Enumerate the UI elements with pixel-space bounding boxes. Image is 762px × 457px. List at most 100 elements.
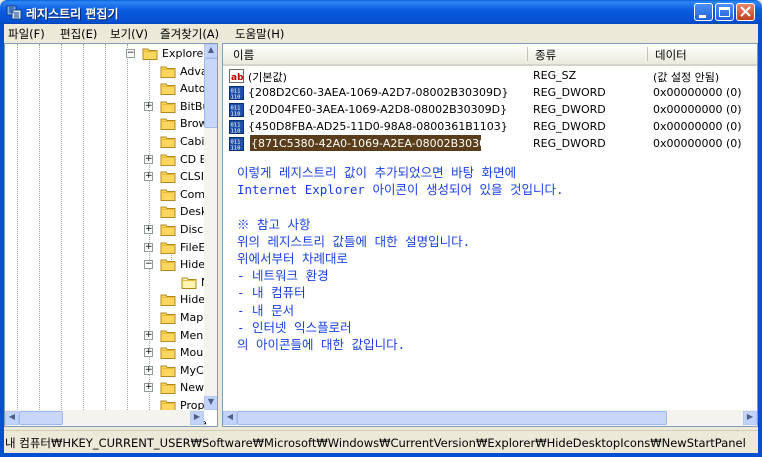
expand-icon[interactable]: + — [144, 242, 153, 252]
annotation-line: - 내 컴퓨터 — [237, 285, 306, 301]
tree-horizontal-scrollbar[interactable]: ◀ ▶ — [5, 410, 204, 426]
regedit-icon — [6, 5, 22, 20]
list-item[interactable]: 011 110 {871C5380-42A0-1069-A2EA-08002B303… — [227, 135, 751, 152]
menu-help[interactable]: 도움말(H) — [235, 26, 284, 42]
list-horizontal-scrollbar[interactable]: ◀ ▶ — [223, 410, 757, 426]
scroll-left-button[interactable]: ◀ — [223, 411, 237, 425]
tree-item[interactable]: + FileE — [5, 240, 205, 257]
expand-icon[interactable]: + — [144, 101, 153, 111]
expand-icon[interactable]: + — [144, 348, 153, 358]
minimize-icon — [699, 15, 706, 18]
annotation-line: 위에서부터 차례대로 — [237, 250, 349, 266]
maximize-button[interactable] — [715, 3, 734, 21]
string-value-icon: ab — [229, 69, 244, 83]
maximize-icon — [719, 7, 730, 17]
expand-icon[interactable]: + — [144, 383, 153, 393]
tree-item[interactable]: Desk — [5, 204, 207, 221]
expand-icon[interactable]: + — [144, 225, 153, 234]
scroll-thumb[interactable] — [237, 411, 667, 425]
scroll-left-button[interactable]: ◀ — [5, 411, 19, 425]
tree-item-label: Explorer — [162, 47, 208, 60]
value-name: (기본값) — [248, 71, 287, 84]
value-name: {450D8FBA-AD25-11D0-98A8-0800361B1103} — [248, 120, 508, 133]
minimize-button[interactable] — [694, 3, 713, 21]
value-type: REG_DWORD — [533, 86, 606, 99]
tree-item[interactable]: Map — [5, 310, 204, 327]
list-header: 이름 종류 데이터 — [223, 44, 757, 66]
tree-item[interactable]: + MyC — [5, 363, 204, 380]
tree-item[interactable]: + New — [5, 380, 204, 397]
tree-item[interactable]: + Moun — [5, 345, 210, 362]
scroll-thumb[interactable] — [19, 411, 63, 425]
tree-vertical-scrollbar[interactable]: ▲ ▼ — [204, 44, 217, 410]
folder-icon — [160, 65, 176, 78]
tree-item[interactable]: + Menu — [5, 328, 210, 345]
collapse-icon[interactable]: − — [126, 49, 135, 58]
tree-item[interactable]: Hide — [5, 292, 206, 309]
scroll-up-button[interactable]: ▲ — [204, 44, 217, 58]
column-data[interactable]: 데이터 — [655, 47, 687, 63]
tree-item-label: New — [180, 381, 204, 395]
dword-value-icon: 011 110 — [229, 137, 244, 152]
tree-item[interactable]: − Explorer — [5, 46, 208, 63]
list-item[interactable]: 011 110 {450D8FBA-AD25-11D0-98A8-0800361B1… — [227, 118, 751, 135]
folder-icon — [160, 293, 176, 307]
value-list[interactable]: 이름 종류 데이터 ab (기본값) REG_SZ (값 설정 안됨) 011 110 {2… — [222, 43, 758, 427]
value-data: 0x00000000 (0) — [653, 120, 742, 133]
tree-item[interactable]: + CD B — [5, 152, 207, 169]
tree-item[interactable]: Adva — [5, 64, 208, 81]
folder-icon — [160, 188, 176, 201]
value-data: 0x00000000 (0) — [653, 103, 742, 116]
tree-item[interactable]: + Disca — [5, 222, 210, 239]
dword-value-icon: 011 110 — [229, 103, 244, 118]
value-name: {871C5380-42A0-1069-A2EA-08002B30309D} — [251, 137, 509, 150]
scroll-right-button[interactable]: ▶ — [743, 411, 757, 425]
column-separator[interactable] — [647, 47, 648, 61]
annotation-line: ※ 참고 사항 — [237, 216, 311, 232]
list-item[interactable]: ab (기본값) REG_SZ (값 설정 안됨) — [227, 67, 751, 84]
folder-icon — [160, 364, 176, 377]
expand-icon[interactable]: + — [144, 172, 153, 182]
folder-icon — [160, 311, 176, 324]
scroll-down-button[interactable]: ▼ — [204, 396, 217, 410]
annotation-line: - 인터넷 익스플로러 — [237, 319, 352, 335]
menu-favorites[interactable]: 즐겨찾기(A) — [160, 26, 219, 42]
column-name[interactable]: 이름 — [233, 47, 254, 63]
collapse-icon[interactable]: − — [144, 260, 153, 270]
column-separator[interactable] — [527, 47, 528, 61]
folder-icon — [160, 100, 176, 113]
folder-icon — [160, 381, 176, 395]
tree-item[interactable]: + BitBu — [5, 99, 209, 116]
list-item[interactable]: 011 110 {208D2C60-3AEA-1069-A2D7-08002B303… — [227, 84, 751, 101]
menu-view[interactable]: 보기(V) — [110, 26, 148, 42]
tree-item-label: Map — [180, 311, 204, 324]
window-title: 레지스트리 편집기 — [26, 7, 119, 21]
folder-icon — [160, 205, 176, 219]
scroll-thumb[interactable] — [204, 58, 217, 128]
svg-text:110: 110 — [231, 95, 241, 101]
tree-item[interactable]: Com — [5, 187, 205, 204]
folder-icon — [160, 153, 176, 166]
expand-icon[interactable]: + — [144, 154, 153, 164]
close-button[interactable] — [736, 3, 755, 21]
tree-item-label: CLSI — [180, 170, 205, 184]
menu-file[interactable]: 파일(F) — [8, 26, 45, 42]
tree-item-label: Hide — [180, 293, 206, 307]
list-item[interactable]: 011 110 {20D04FE0-3AEA-1069-A2D8-08002B303… — [227, 101, 751, 118]
tree-item[interactable]: Cabi — [5, 134, 204, 151]
column-type[interactable]: 종류 — [535, 47, 556, 63]
tree-item[interactable]: N — [5, 275, 209, 292]
tree-item[interactable]: + CLSI — [5, 169, 204, 186]
key-tree[interactable]: − Explorer Adva Auto + BitBu Brow Cabi + CD B + CLS… — [4, 43, 218, 427]
tree-content: − Explorer Adva Auto + BitBu Brow Cabi + CD B + CLS… — [5, 44, 210, 426]
tree-item[interactable]: − Hide — [5, 257, 205, 274]
expand-icon[interactable]: + — [144, 330, 153, 340]
menu-edit[interactable]: 편집(E) — [60, 26, 97, 42]
tree-item[interactable]: Brow — [5, 116, 208, 133]
scroll-right-button[interactable]: ▶ — [190, 411, 204, 425]
tree-item[interactable]: Auto — [5, 81, 206, 98]
value-name: {208D2C60-3AEA-1069-A2D7-08002B30309D} — [248, 86, 509, 99]
folder-icon — [160, 346, 176, 360]
folder-icon — [160, 135, 176, 148]
expand-icon[interactable]: + — [144, 365, 153, 375]
